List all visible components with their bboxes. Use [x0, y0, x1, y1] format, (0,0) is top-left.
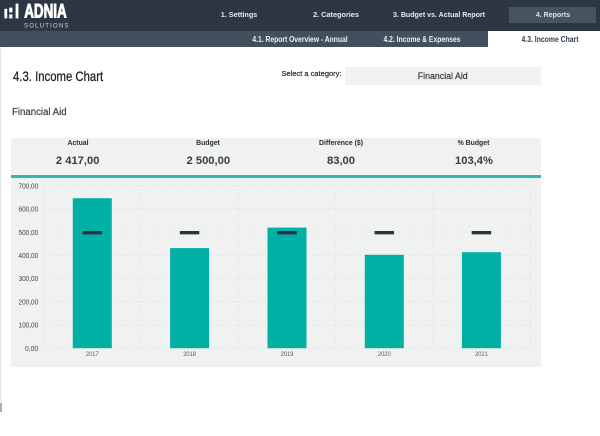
svg-text:ADNIA: ADNIA [24, 2, 67, 23]
svg-text:2020: 2020 [378, 351, 391, 358]
svg-text:100,00: 100,00 [19, 322, 39, 329]
svg-text:300,00: 300,00 [19, 276, 39, 283]
svg-text:200,00: 200,00 [19, 299, 39, 306]
svg-text:600,00: 600,00 [19, 206, 39, 213]
svg-text:SOLUTIONS: SOLUTIONS [24, 23, 69, 29]
svg-text:2017: 2017 [86, 351, 99, 358]
svg-text:700,00: 700,00 [19, 183, 39, 190]
svg-text:400,00: 400,00 [19, 252, 39, 259]
svg-text:2018: 2018 [183, 351, 196, 358]
svg-text:0,00: 0,00 [25, 345, 38, 352]
svg-text:500,00: 500,00 [19, 229, 39, 236]
svg-text:2019: 2019 [281, 351, 294, 358]
svg-text:2021: 2021 [475, 351, 488, 358]
